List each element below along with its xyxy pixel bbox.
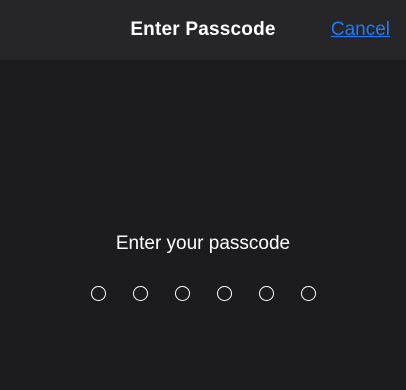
passcode-dot (90, 286, 106, 301)
passcode-dot (174, 286, 190, 301)
passcode-dot (132, 286, 148, 301)
passcode-dot (216, 286, 232, 301)
passcode-screen: Enter Passcode Cancel Enter your passcod… (0, 0, 406, 390)
passcode-dots (0, 286, 406, 301)
cancel-button[interactable]: Cancel (331, 19, 390, 41)
navigation-bar: Enter Passcode Cancel (0, 0, 406, 60)
passcode-dot (300, 286, 316, 301)
passcode-prompt: Enter your passcode (115, 233, 291, 254)
passcode-dot (258, 286, 274, 301)
